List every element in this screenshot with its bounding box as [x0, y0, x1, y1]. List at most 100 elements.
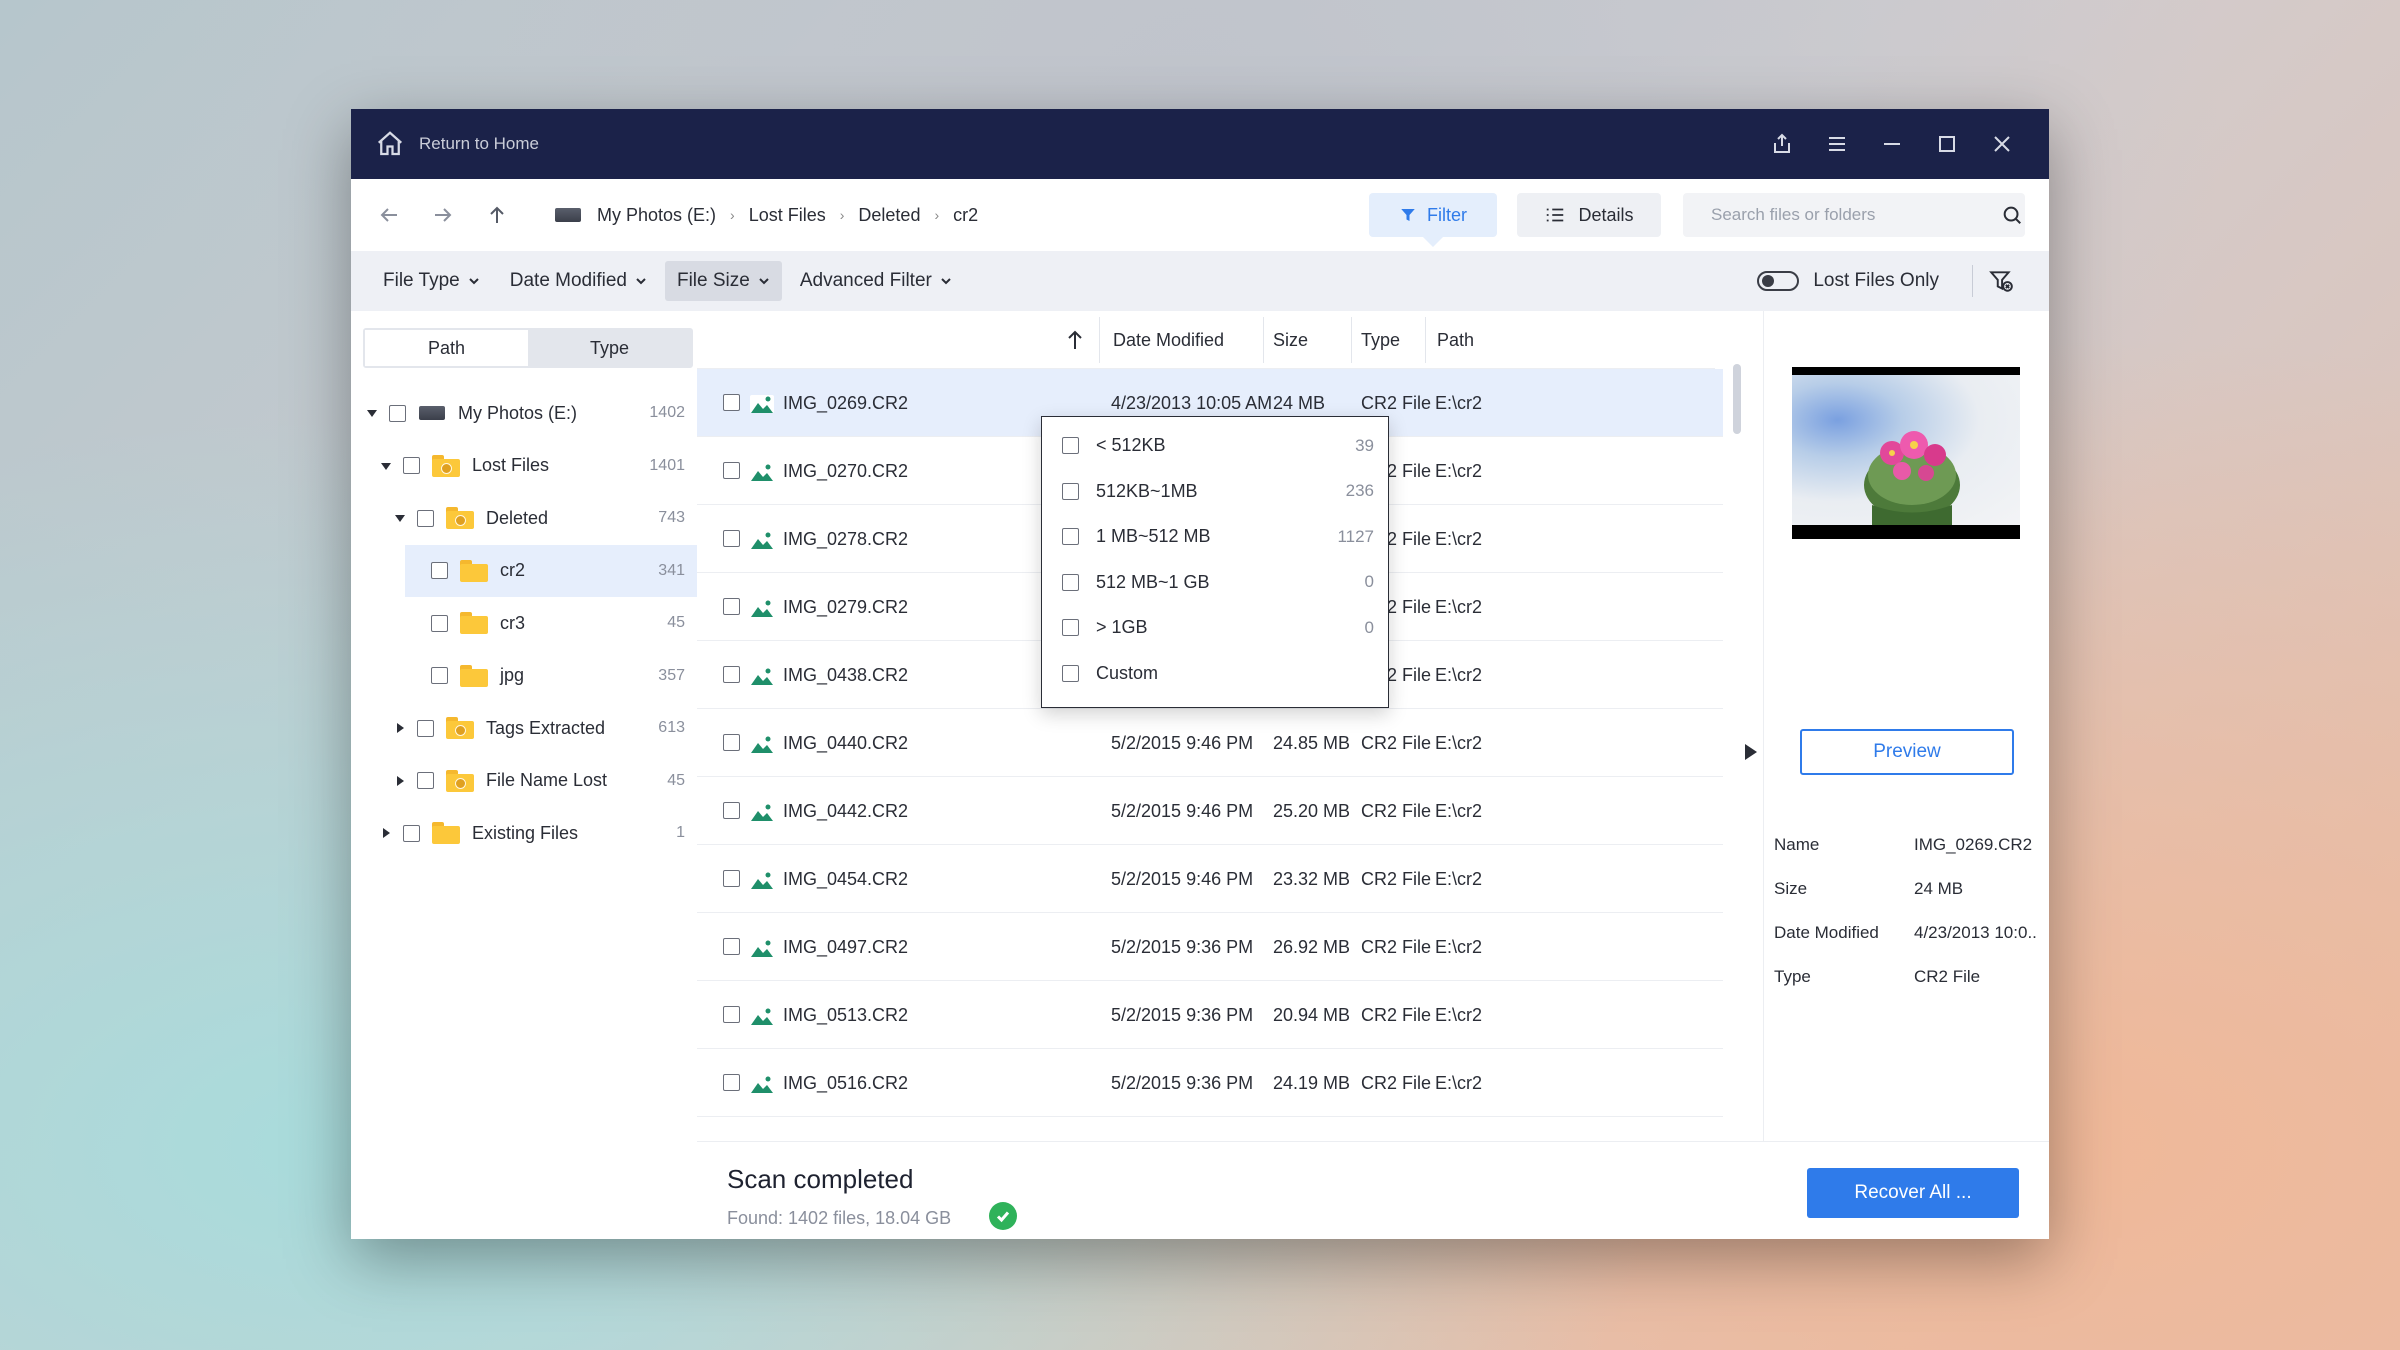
- preview-button[interactable]: Preview: [1800, 729, 2014, 775]
- row-checkbox[interactable]: [723, 462, 740, 479]
- search-icon[interactable]: [2001, 204, 2023, 226]
- option-checkbox[interactable]: [1062, 482, 1079, 500]
- row-checkbox[interactable]: [723, 734, 740, 751]
- expand-arrow-icon[interactable]: [393, 511, 407, 525]
- tree-checkbox[interactable]: [417, 772, 434, 790]
- size-option[interactable]: 512 MB~1 GB 0: [1042, 560, 1388, 606]
- file-size-dropdown[interactable]: File Size: [664, 261, 782, 301]
- search-input[interactable]: [1711, 193, 2001, 237]
- breadcrumb-item-lost-files[interactable]: Lost Files: [749, 205, 826, 226]
- tree-checkbox[interactable]: [431, 667, 448, 685]
- breadcrumb-item-drive[interactable]: My Photos (E:): [597, 205, 716, 226]
- tree-item-cr3[interactable]: cr3 45: [351, 597, 697, 650]
- table-row[interactable]: IMG_0513.CR2 5/2/2015 9:36 PM 20.94 MB CR2 …: [697, 981, 1723, 1049]
- row-checkbox[interactable]: [723, 394, 740, 411]
- table-row[interactable]: IMG_0497.CR2 5/2/2015 9:36 PM 26.92 MB CR2 …: [697, 913, 1723, 981]
- details-button[interactable]: Details: [1517, 193, 1661, 237]
- tree-checkbox[interactable]: [431, 614, 448, 632]
- row-checkbox[interactable]: [723, 530, 740, 547]
- table-row[interactable]: IMG_0454.CR2 5/2/2015 9:46 PM 23.32 MB CR2 …: [697, 845, 1723, 913]
- close-button[interactable]: [1974, 109, 2029, 179]
- export-button[interactable]: [1754, 109, 1809, 179]
- maximize-button[interactable]: [1919, 109, 1974, 179]
- row-checkbox[interactable]: [723, 598, 740, 615]
- breadcrumb-item-deleted[interactable]: Deleted: [858, 205, 920, 226]
- clear-filter-button[interactable]: [1985, 265, 2017, 297]
- filter-button[interactable]: Filter: [1369, 193, 1497, 247]
- forward-button[interactable]: [421, 193, 465, 237]
- file-type-dropdown[interactable]: File Type: [371, 261, 492, 301]
- option-label: > 1GB: [1096, 617, 1148, 638]
- table-row[interactable]: IMG_0442.CR2 5/2/2015 9:46 PM 25.20 MB CR2 …: [697, 777, 1723, 845]
- vertical-scrollbar[interactable]: [1733, 364, 1741, 434]
- option-checkbox[interactable]: [1062, 664, 1079, 682]
- recover-all-button[interactable]: Recover All ...: [1807, 1168, 2019, 1218]
- tree-item-file-name-lost[interactable]: File Name Lost 45: [351, 755, 697, 808]
- menu-button[interactable]: [1809, 109, 1864, 179]
- tree-item-tags-extracted[interactable]: Tags Extracted 613: [351, 702, 697, 755]
- collapse-arrow-icon[interactable]: [393, 774, 407, 788]
- row-checkbox[interactable]: [723, 1006, 740, 1023]
- column-header-date-modified[interactable]: Date Modified: [1113, 311, 1224, 369]
- row-checkbox[interactable]: [723, 666, 740, 683]
- minimize-button[interactable]: [1864, 109, 1919, 179]
- collapse-arrow-icon[interactable]: [393, 721, 407, 735]
- advanced-filter-dropdown[interactable]: Advanced Filter: [788, 261, 964, 301]
- row-checkbox[interactable]: [723, 870, 740, 887]
- option-checkbox[interactable]: [1062, 437, 1079, 455]
- tree-item-jpg[interactable]: jpg 357: [351, 650, 697, 703]
- tree-item-lost-files[interactable]: Lost Files 1401: [351, 440, 697, 493]
- row-checkbox[interactable]: [723, 1074, 740, 1091]
- size-option[interactable]: Custom: [1042, 651, 1388, 697]
- option-checkbox[interactable]: [1062, 573, 1079, 591]
- expand-arrow-icon[interactable]: [379, 459, 393, 473]
- tab-path[interactable]: Path: [365, 330, 528, 366]
- column-header-type[interactable]: Type: [1361, 311, 1400, 369]
- tree-item-deleted[interactable]: Deleted 743: [351, 492, 697, 545]
- tree-checkbox[interactable]: [403, 824, 420, 842]
- tree-checkbox[interactable]: [417, 719, 434, 737]
- lost-files-only-toggle[interactable]: [1757, 271, 1800, 291]
- folder-icon: [432, 822, 460, 845]
- table-row[interactable]: IMG_0440.CR2 5/2/2015 9:46 PM 24.85 MB CR2 …: [697, 709, 1723, 777]
- file-path: E:\cr2: [1435, 392, 1483, 413]
- tree-item-label: Lost Files: [472, 455, 550, 476]
- file-type: CR2 File: [1361, 732, 1432, 753]
- expand-arrow-icon[interactable]: [365, 406, 379, 420]
- sort-arrow-icon[interactable]: [1065, 329, 1085, 351]
- detail-key: Size: [1774, 879, 1808, 898]
- size-option[interactable]: > 1GB 0: [1042, 605, 1388, 651]
- breadcrumb-item-cr2[interactable]: cr2: [953, 205, 978, 226]
- tree-checkbox[interactable]: [417, 509, 434, 527]
- tree-item-existing-files[interactable]: Existing Files 1: [351, 807, 697, 860]
- option-label: 1 MB~512 MB: [1096, 526, 1211, 547]
- up-button[interactable]: [475, 193, 519, 237]
- row-checkbox[interactable]: [723, 938, 740, 955]
- return-home-button[interactable]: Return to Home: [375, 129, 539, 159]
- date-modified-dropdown[interactable]: Date Modified: [498, 261, 659, 301]
- tab-type[interactable]: Type: [528, 330, 691, 366]
- size-option[interactable]: 1 MB~512 MB 1127: [1042, 514, 1388, 560]
- file-name: IMG_0279.CR2: [783, 596, 909, 617]
- tree-item-my-photos[interactable]: My Photos (E:) 1402: [351, 387, 697, 440]
- option-checkbox[interactable]: [1062, 528, 1079, 546]
- column-header-path[interactable]: Path: [1437, 311, 1474, 369]
- column-header-size[interactable]: Size: [1273, 311, 1308, 369]
- row-checkbox[interactable]: [723, 802, 740, 819]
- tree-checkbox[interactable]: [389, 404, 406, 422]
- size-option[interactable]: 512KB~1MB 236: [1042, 469, 1388, 515]
- collapse-panel-icon[interactable]: [1743, 742, 1759, 762]
- chevron-down-icon: [636, 278, 646, 285]
- export-icon: [1773, 133, 1790, 153]
- back-button[interactable]: [367, 193, 411, 237]
- tree-checkbox[interactable]: [403, 457, 420, 475]
- table-row[interactable]: IMG_0516.CR2 5/2/2015 9:36 PM 24.19 MB CR2 …: [697, 1049, 1723, 1117]
- collapse-arrow-icon[interactable]: [379, 826, 393, 840]
- tree-item-cr2[interactable]: cr2 341: [405, 544, 697, 597]
- drive-icon: [555, 208, 581, 222]
- date-modified-label: Date Modified: [509, 270, 627, 291]
- size-option[interactable]: < 512KB 39: [1042, 423, 1388, 469]
- option-checkbox[interactable]: [1062, 619, 1079, 637]
- lost-files-only-control: Lost Files Only: [1757, 251, 1939, 311]
- tree-checkbox[interactable]: [431, 562, 448, 580]
